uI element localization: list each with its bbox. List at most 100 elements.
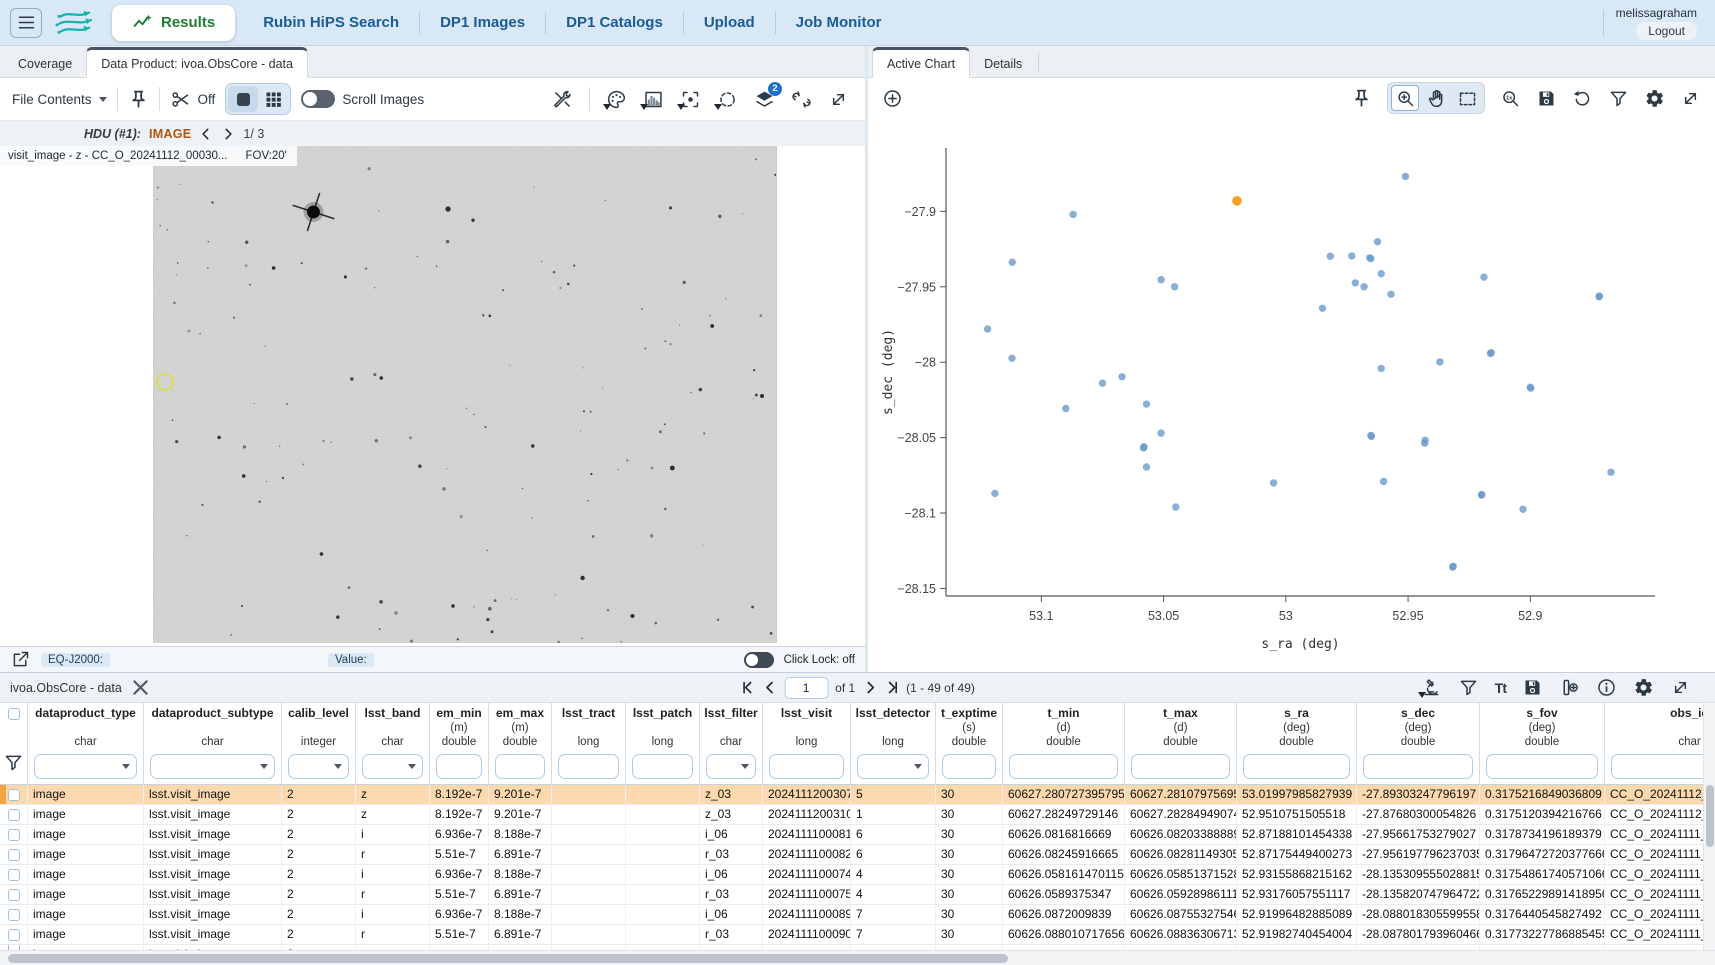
logout-button[interactable]: Logout xyxy=(1636,22,1697,40)
column-header-lsst_patch[interactable]: lsst_patchlong xyxy=(626,703,700,784)
layers-icon[interactable]: 2 xyxy=(754,89,775,110)
column-header-t_min[interactable]: t_min(d)double xyxy=(1003,703,1125,784)
table-row[interactable]: imagelsst.visit_image2z8.192e-79.201e-7z… xyxy=(0,805,1715,825)
info-icon[interactable] xyxy=(1596,677,1617,698)
filter-icon[interactable] xyxy=(1608,88,1629,109)
column-filter-input[interactable] xyxy=(495,754,545,779)
row-checkbox[interactable] xyxy=(8,889,20,901)
rotate-icon[interactable] xyxy=(1572,88,1593,109)
pin-icon[interactable] xyxy=(128,89,149,110)
unlink-icon[interactable] xyxy=(791,89,812,110)
column-filter-input[interactable] xyxy=(769,754,844,779)
column-filter-input[interactable] xyxy=(942,754,996,779)
scroll-images-toggle[interactable]: Scroll Images xyxy=(301,90,424,108)
text-view-icon[interactable]: Tt xyxy=(1495,680,1506,696)
column-filter-select[interactable] xyxy=(706,754,756,779)
save-icon[interactable] xyxy=(1522,677,1543,698)
row-checkbox[interactable] xyxy=(8,849,20,861)
next-hdu-button[interactable] xyxy=(221,127,235,141)
hamburger-menu-button[interactable] xyxy=(10,8,42,38)
tab-details[interactable]: Details xyxy=(970,50,1036,77)
scatter-chart[interactable]: 53.153.055352.9552.9−27.9−27.95−28−28.05… xyxy=(868,118,1715,672)
table-row[interactable]: imagelsst.visit_image2r5.51e-76.891e-7r_… xyxy=(0,885,1715,905)
pan-tool-button[interactable] xyxy=(1422,85,1450,111)
table-row[interactable]: imagelsst.visit_image2r5.51e-76.891e-7r_… xyxy=(0,925,1715,945)
first-page-button[interactable] xyxy=(740,680,755,695)
palette-icon[interactable] xyxy=(606,89,627,110)
open-in-new-icon[interactable] xyxy=(10,649,31,670)
tab-results[interactable]: Results xyxy=(112,5,235,41)
tab-dp1-catalogs[interactable]: DP1 Catalogs xyxy=(546,0,683,46)
close-table-icon[interactable] xyxy=(130,677,151,698)
filter-icon[interactable] xyxy=(3,752,24,773)
column-filter-input[interactable] xyxy=(1131,754,1230,779)
row-checkbox[interactable] xyxy=(8,809,20,821)
column-header-em_min[interactable]: em_min(m)double xyxy=(430,703,489,784)
column-filter-select[interactable] xyxy=(288,754,349,779)
horizontal-scrollbar[interactable] xyxy=(0,950,1715,965)
settings-icon[interactable] xyxy=(1644,88,1665,109)
tab-dp1-images[interactable]: DP1 Images xyxy=(420,0,545,46)
column-filter-input[interactable] xyxy=(1363,754,1473,779)
row-checkbox[interactable] xyxy=(8,789,20,801)
pan-icon[interactable] xyxy=(1426,88,1447,109)
column-filter-input[interactable] xyxy=(436,754,482,779)
zoom-1x-icon[interactable]: 1x xyxy=(1500,88,1521,109)
vertical-scrollbar[interactable] xyxy=(1703,703,1715,950)
region-icon[interactable] xyxy=(717,89,738,110)
table-row[interactable]: imagelsst.visit_image2z8.192e-79.201e-7z… xyxy=(0,785,1715,805)
column-header-t_exptime[interactable]: t_exptime(s)double xyxy=(936,703,1003,784)
last-page-button[interactable] xyxy=(884,680,899,695)
click-lock-toggle[interactable] xyxy=(744,652,774,668)
table-row[interactable]: imagelsst.visit_image2i6.936e-78.188e-7i… xyxy=(0,825,1715,845)
table-row[interactable]: imagelsst.visit_image2i6.936e-78.188e-7i… xyxy=(0,905,1715,925)
add-column-icon[interactable] xyxy=(1559,677,1580,698)
grid-view-button[interactable] xyxy=(258,86,288,112)
row-checkbox[interactable] xyxy=(8,869,20,881)
filter-icon[interactable] xyxy=(1458,677,1479,698)
select-rect-icon[interactable] xyxy=(1457,88,1478,109)
column-header-t_max[interactable]: t_max(d)double xyxy=(1125,703,1237,784)
column-header-lsst_detector[interactable]: lsst_detectorlong xyxy=(851,703,936,784)
expand-icon[interactable] xyxy=(1670,677,1691,698)
column-header-em_max[interactable]: em_max(m)double xyxy=(489,703,552,784)
previous-hdu-button[interactable] xyxy=(199,127,213,141)
zoom-in-icon[interactable] xyxy=(1395,88,1416,109)
column-filter-input[interactable] xyxy=(1243,754,1350,779)
column-filter-input[interactable] xyxy=(1611,754,1715,779)
histogram-icon[interactable] xyxy=(643,89,664,110)
row-checkbox[interactable] xyxy=(8,909,20,921)
previous-page-button[interactable] xyxy=(762,680,777,695)
settings-icon[interactable] xyxy=(1633,677,1654,698)
table-row[interactable]: imagelsst.visit_image2r5.51e-76.891e-7r_… xyxy=(0,845,1715,865)
table-row[interactable]: imagelsst.visit_image2i6.936e-78.188e-7i… xyxy=(0,865,1715,885)
tab-upload[interactable]: Upload xyxy=(684,0,775,46)
column-header-dataproduct_subtype[interactable]: dataproduct_subtypechar xyxy=(144,703,282,784)
select-all-checkbox[interactable] xyxy=(8,708,20,720)
next-page-button[interactable] xyxy=(862,680,877,695)
expand-icon[interactable] xyxy=(1680,88,1701,109)
row-checkbox[interactable] xyxy=(8,929,20,941)
column-header-s_fov[interactable]: s_fov(deg)double xyxy=(1480,703,1605,784)
zoom-in-tool-button[interactable] xyxy=(1391,85,1419,111)
select-rect-tool-button[interactable] xyxy=(1453,85,1481,111)
tab-rubin-hips-search[interactable]: Rubin HiPS Search xyxy=(243,0,419,46)
column-filter-select[interactable] xyxy=(362,754,423,779)
column-header-obs_id[interactable]: obs_idchar xyxy=(1605,703,1715,784)
column-header-lsst_tract[interactable]: lsst_tractlong xyxy=(552,703,626,784)
recenter-icon[interactable] xyxy=(680,89,701,110)
row-checkbox[interactable] xyxy=(8,829,20,841)
pin-icon[interactable] xyxy=(1351,88,1372,109)
column-filter-input[interactable] xyxy=(1009,754,1118,779)
column-filter-select[interactable] xyxy=(150,754,275,779)
file-contents-dropdown[interactable]: File Contents xyxy=(12,92,107,107)
column-header-s_ra[interactable]: s_ra(deg)double xyxy=(1237,703,1357,784)
tab-data-product[interactable]: Data Product: ivoa.ObsCore - data xyxy=(86,47,308,78)
expand-icon[interactable] xyxy=(828,89,849,110)
column-header-lsst_visit[interactable]: lsst_visitlong xyxy=(763,703,851,784)
column-filter-select[interactable] xyxy=(34,754,137,779)
fits-image[interactable] xyxy=(153,146,777,643)
add-chart-icon[interactable] xyxy=(882,88,903,109)
page-number-input[interactable] xyxy=(784,677,828,699)
column-header-lsst_band[interactable]: lsst_bandchar xyxy=(356,703,430,784)
